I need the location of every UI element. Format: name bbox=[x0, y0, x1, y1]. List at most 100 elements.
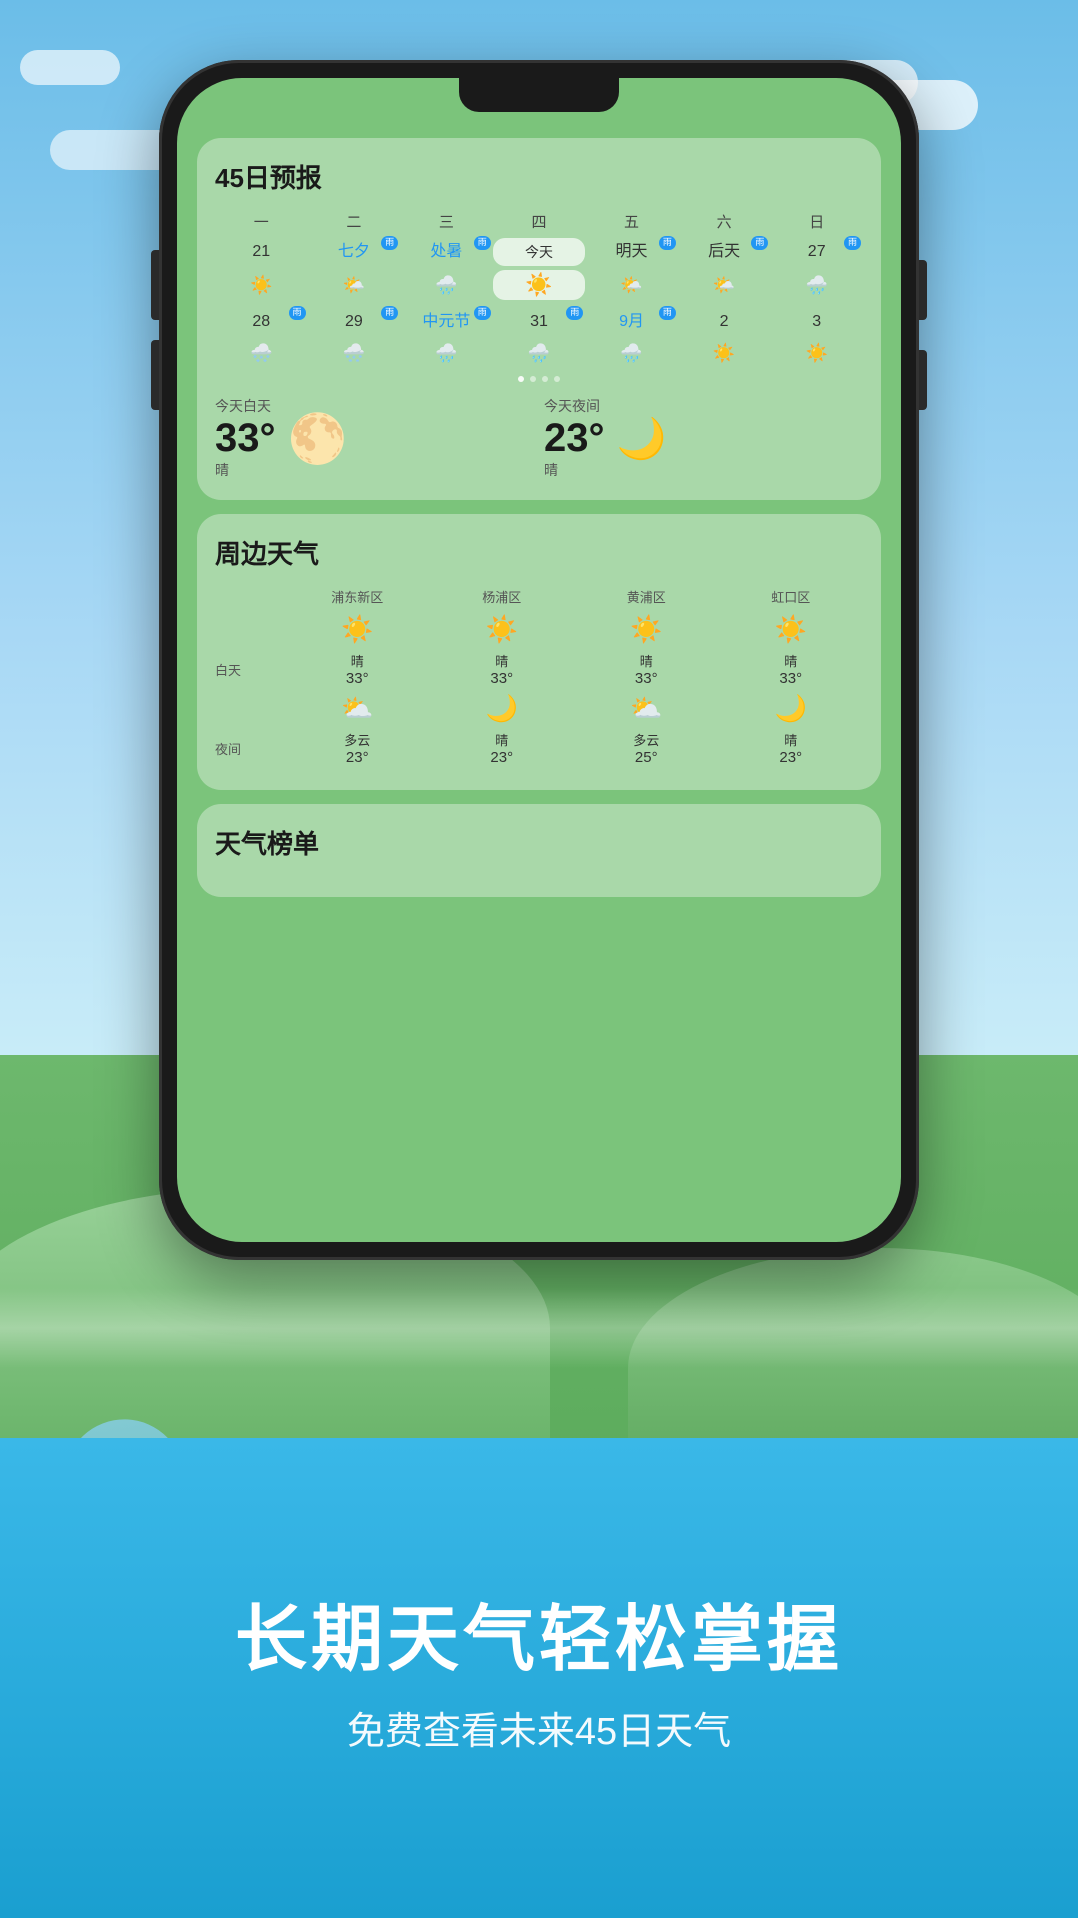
dot-3 bbox=[542, 376, 548, 382]
date-qixi: 七夕 bbox=[338, 242, 370, 261]
night-icon-pudong: ⛅ bbox=[341, 693, 373, 724]
nearby-day-weather-row: 白天 晴 33° 晴 33° 晴 33° bbox=[215, 651, 863, 687]
moon-icon: 🌙 bbox=[617, 415, 667, 462]
icon-cell-31: 🌧️ bbox=[493, 339, 586, 368]
volume-down-button bbox=[151, 340, 159, 410]
nearby-header: 浦东新区 杨浦区 黄浦区 虹口区 bbox=[215, 587, 863, 606]
nighttime-temp-box: 今天夜间 23° 晴 🌙 bbox=[544, 396, 863, 480]
nearby-day-icon-hongkou: ☀️ bbox=[719, 614, 864, 647]
nearby-night-icon-yangpu: 🌙 bbox=[430, 693, 575, 726]
nearby-night-label: 夜间 bbox=[215, 739, 285, 758]
day-icon-huangpu: ☀️ bbox=[630, 614, 662, 645]
day-temp-huangpu: 33° bbox=[635, 670, 658, 687]
nearby-night-icon-huangpu: ⛅ bbox=[574, 693, 719, 726]
page-dots bbox=[215, 376, 863, 382]
cal-cell-tomorrow: 明天 雨 bbox=[585, 238, 678, 265]
weekday-fri: 五 bbox=[585, 211, 678, 232]
screen-content: 45日预报 一 二 三 四 五 六 日 bbox=[197, 138, 881, 1222]
nearby-col-hongkou: 虹口区 bbox=[719, 587, 864, 606]
cal-cell-zhongyuan: 中元节 雨 bbox=[400, 308, 493, 335]
rain-badge-31: 雨 bbox=[566, 306, 583, 320]
dot-1 bbox=[518, 376, 524, 382]
icon-29: 🌨️ bbox=[343, 343, 365, 364]
nearby-night-weather-pudong: 多云 23° bbox=[285, 730, 430, 766]
nearby-card: 周边天气 浦东新区 杨浦区 黄浦区 虹口区 ☀️ ☀️ bbox=[197, 514, 881, 790]
temp-section: 今天白天 33° 晴 🌕 今天夜间 23° 晴 🌙 bbox=[215, 396, 863, 480]
date-31: 31 bbox=[530, 312, 548, 331]
daytime-label: 今天白天 bbox=[215, 396, 276, 416]
nighttime-value: 23° bbox=[544, 416, 605, 460]
ranking-title: 天气榜单 bbox=[215, 824, 863, 861]
nearby-day-weather-yangpu: 晴 33° bbox=[430, 651, 575, 687]
icon-cell-today: ☀️ bbox=[493, 270, 586, 300]
cal-cell-qixi: 七夕 雨 bbox=[308, 238, 401, 265]
nearby-col-yangpu: 杨浦区 bbox=[430, 587, 575, 606]
date-zhongyuan: 中元节 bbox=[422, 312, 470, 331]
date-27: 27 bbox=[808, 242, 826, 261]
weekday-sat: 六 bbox=[678, 211, 771, 232]
icon-cell-29: 🌨️ bbox=[308, 339, 401, 368]
cal-cell-28: 28 雨 bbox=[215, 308, 308, 335]
icon-after: 🌤️ bbox=[713, 275, 735, 296]
icon-3: ☀️ bbox=[805, 343, 827, 364]
icon-28: 🌨️ bbox=[250, 343, 272, 364]
nearby-day-icon-pudong: ☀️ bbox=[285, 614, 430, 647]
cal-cell-chushu: 处暑 雨 bbox=[400, 238, 493, 265]
icon-cell-zhongyuan: 🌧️ bbox=[400, 339, 493, 368]
icon-cell-21: ☀️ bbox=[215, 271, 308, 300]
date-2: 2 bbox=[720, 312, 729, 331]
nearby-day-weather-hongkou: 晴 33° bbox=[719, 651, 864, 687]
bottom-banner: 长期天气轻松掌握 免费查看未来45日天气 bbox=[0, 1438, 1078, 1918]
calendar-icon-row2: 🌨️ 🌨️ 🌧️ 🌧️ 🌧️ ☀️ ☀️ bbox=[215, 339, 863, 368]
day-icon-yangpu: ☀️ bbox=[486, 614, 518, 645]
night-icon-hongkou: 🌙 bbox=[775, 693, 807, 724]
day-temp-yangpu: 33° bbox=[490, 670, 513, 687]
icon-zhongyuan: 🌧️ bbox=[435, 343, 457, 364]
forecast-card: 45日预报 一 二 三 四 五 六 日 bbox=[197, 138, 881, 500]
dot-4 bbox=[554, 376, 560, 382]
nearby-col-pudong: 浦东新区 bbox=[285, 587, 430, 606]
icon-today: ☀️ bbox=[525, 274, 552, 296]
icon-tomorrow: 🌤️ bbox=[620, 275, 642, 296]
daytime-temp-info: 今天白天 33° 晴 bbox=[215, 396, 276, 480]
weekday-wed: 三 bbox=[400, 211, 493, 232]
icon-cell-tomorrow: 🌤️ bbox=[585, 271, 678, 300]
night-temp-yangpu: 23° bbox=[490, 749, 513, 766]
night-temp-huangpu: 25° bbox=[635, 749, 658, 766]
cal-cell-21: 21 bbox=[215, 238, 308, 265]
nighttime-desc: 晴 bbox=[544, 460, 605, 480]
night-icon-huangpu: ⛅ bbox=[630, 693, 662, 724]
icon-cell-27: 🌧️ bbox=[770, 271, 863, 300]
icon-cell-3: ☀️ bbox=[770, 339, 863, 368]
night-temp-pudong: 23° bbox=[346, 749, 369, 766]
calendar-header: 一 二 三 四 五 六 日 bbox=[215, 211, 863, 232]
icon-31: 🌧️ bbox=[528, 343, 550, 364]
weekday-tue: 二 bbox=[308, 211, 401, 232]
icon-sep: 🌧️ bbox=[620, 343, 642, 364]
rain-badge-qixi: 雨 bbox=[381, 236, 398, 250]
rain-badge-27: 雨 bbox=[844, 236, 861, 250]
weekday-thu: 四 bbox=[493, 211, 586, 232]
cal-cell-29: 29 雨 bbox=[308, 308, 401, 335]
icon-qixi: 🌤️ bbox=[343, 275, 365, 296]
rain-badge-tomorrow: 雨 bbox=[659, 236, 676, 250]
date-3: 3 bbox=[812, 312, 821, 331]
date-chushu: 处暑 bbox=[430, 242, 462, 261]
nearby-night-weather-hongkou: 晴 23° bbox=[719, 730, 864, 766]
day-icon-pudong: ☀️ bbox=[341, 614, 373, 645]
nearby-day-label: 白天 bbox=[215, 660, 285, 679]
cal-cell-3: 3 bbox=[770, 308, 863, 335]
nearby-title: 周边天气 bbox=[215, 534, 863, 571]
cal-cell-27: 27 雨 bbox=[770, 238, 863, 265]
phone-screen: 45日预报 一 二 三 四 五 六 日 bbox=[177, 78, 901, 1242]
cal-cell-after: 后天 雨 bbox=[678, 238, 771, 265]
cal-cell-2: 2 bbox=[678, 308, 771, 335]
nearby-day-weather-pudong: 晴 33° bbox=[285, 651, 430, 687]
calendar-grid: 一 二 三 四 五 六 日 21 七夕 bbox=[215, 211, 863, 368]
date-tomorrow: 明天 bbox=[616, 242, 648, 261]
night-desc-huangpu: 多云 bbox=[633, 730, 659, 749]
calendar-date-row2: 28 雨 29 雨 中元节 雨 31 雨 bbox=[215, 308, 863, 335]
nearby-day-icon-yangpu: ☀️ bbox=[430, 614, 575, 647]
phone-notch bbox=[459, 78, 619, 112]
ranking-card: 天气榜单 bbox=[197, 804, 881, 897]
